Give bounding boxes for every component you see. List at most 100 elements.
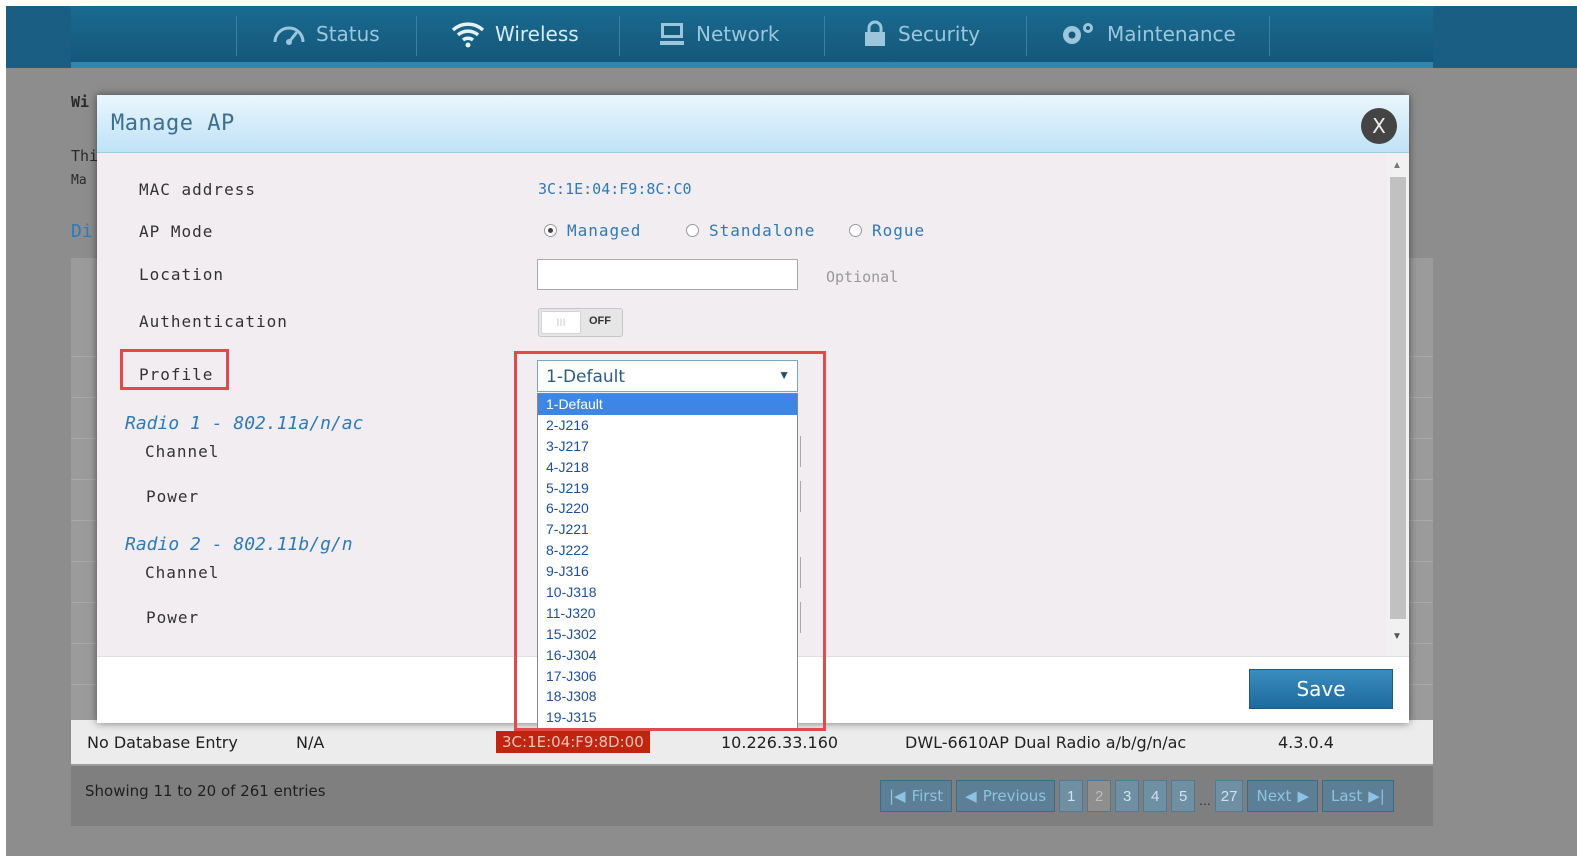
first-page-button[interactable]: |◀ First xyxy=(880,780,953,812)
toggle-state-label: OFF xyxy=(589,315,611,327)
last-page-button[interactable]: Last ▶| xyxy=(1321,780,1394,812)
scroll-down-arrow-icon[interactable]: ▼ xyxy=(1392,631,1402,642)
last-page-icon: ▶| xyxy=(1368,787,1385,805)
header-band-right xyxy=(1433,6,1577,68)
modal-title: Manage AP xyxy=(111,111,235,136)
radio1-channel-label: Channel xyxy=(145,442,220,461)
location-label: Location xyxy=(139,265,225,284)
nav-separator xyxy=(416,16,417,56)
pagination-ellipsis: ... xyxy=(1199,792,1211,808)
ap-mode-managed-radio[interactable]: Managed xyxy=(544,221,641,240)
nav-item-network[interactable]: Network xyxy=(658,6,780,62)
nav-separator xyxy=(619,16,620,56)
nav-label-network: Network xyxy=(696,22,780,46)
nav-separator xyxy=(824,16,825,56)
next-icon: ▶ xyxy=(1297,787,1309,805)
last-page-label: Last xyxy=(1330,787,1363,805)
lock-icon xyxy=(865,20,885,46)
top-navigation: Status Wireless Network Security Mainten… xyxy=(71,6,1433,68)
cell-ip: 10.226.33.160 xyxy=(721,732,839,752)
page-5-button[interactable]: 5 xyxy=(1171,780,1196,812)
nav-label-wireless: Wireless xyxy=(495,22,579,46)
page-text-fragment: Ma xyxy=(71,173,87,188)
nav-label-maintenance: Maintenance xyxy=(1107,22,1236,46)
profile-option[interactable]: 11-J320 xyxy=(538,603,797,624)
profile-option[interactable]: 17-J306 xyxy=(538,666,797,687)
mac-address-label: MAC address xyxy=(139,180,256,199)
radio2-title: Radio 2 - 802.11b/g/n xyxy=(125,534,353,555)
save-button[interactable]: Save xyxy=(1249,669,1393,709)
profile-option[interactable]: 19-J315 xyxy=(538,707,797,728)
radio2-channel-label: Channel xyxy=(145,563,220,582)
profile-label: Profile xyxy=(139,365,214,384)
cell-version: 4.3.0.4 xyxy=(1278,732,1334,752)
profile-option[interactable]: 4-J218 xyxy=(538,457,797,478)
ap-mode-standalone-radio[interactable]: Standalone xyxy=(686,221,815,240)
profile-option[interactable]: 2-J216 xyxy=(538,415,797,436)
page-3-button[interactable]: 3 xyxy=(1115,780,1140,812)
radio1-power-label: Power xyxy=(146,487,200,506)
radio2-power-label: Power xyxy=(146,608,200,627)
page-4-button[interactable]: 4 xyxy=(1143,780,1168,812)
profile-option[interactable]: 9-J316 xyxy=(538,561,797,582)
modal-scrollbar[interactable]: ▲ ▼ xyxy=(1387,153,1409,656)
radio1-title: Radio 1 - 802.11a/n/ac xyxy=(125,413,364,434)
profile-option[interactable]: 7-J221 xyxy=(538,519,797,540)
profile-option[interactable]: 3-J217 xyxy=(538,436,797,457)
profile-option[interactable]: 5-J219 xyxy=(538,478,797,499)
ap-mode-option-label: Managed xyxy=(567,221,642,240)
profile-option[interactable]: 10-J318 xyxy=(538,582,797,603)
close-button[interactable]: X xyxy=(1361,108,1397,144)
dropdown-arrow-icon: ▼ xyxy=(778,368,790,382)
wifi-icon xyxy=(451,22,485,48)
profile-select[interactable]: 1-Default ▼ xyxy=(537,360,798,392)
ap-mode-label: AP Mode xyxy=(139,222,214,241)
nav-label-security: Security xyxy=(898,22,981,46)
next-page-button[interactable]: Next ▶ xyxy=(1247,780,1318,812)
cell-name: No Database Entry xyxy=(87,732,238,752)
cell-na: N/A xyxy=(296,732,325,752)
page-heading-fragment: Wi xyxy=(71,93,90,111)
monitor-icon xyxy=(660,23,684,45)
location-input[interactable] xyxy=(537,259,798,290)
radio-checked-icon xyxy=(544,224,557,237)
nav-item-maintenance[interactable]: Maintenance xyxy=(1059,6,1236,62)
authentication-toggle[interactable]: III OFF xyxy=(538,308,623,337)
page-27-button[interactable]: 27 xyxy=(1214,780,1244,812)
nav-item-wireless[interactable]: Wireless xyxy=(451,6,579,62)
profile-selected-value: 1-Default xyxy=(546,367,626,387)
showing-entries-text: Showing 11 to 20 of 261 entries xyxy=(85,782,326,800)
ap-mode-rogue-radio[interactable]: Rogue xyxy=(849,221,925,240)
cell-mac-highlighted: 3C:1E:04:F9:8D:00 xyxy=(496,731,650,753)
first-page-label: First xyxy=(911,787,944,805)
first-page-icon: |◀ xyxy=(889,787,906,805)
ap-mode-option-label: Rogue xyxy=(872,221,926,240)
profile-option[interactable]: 16-J304 xyxy=(538,645,797,666)
mac-address-value: 3C:1E:04:F9:8C:C0 xyxy=(538,180,692,198)
previous-page-button[interactable]: ◀ Previous xyxy=(956,780,1056,812)
pagination: |◀ First ◀ Previous 1 2 3 4 5 ... 27 Next ▶… xyxy=(880,780,1394,812)
page-2-button[interactable]: 2 xyxy=(1087,780,1112,812)
profile-option[interactable]: 6-J220 xyxy=(538,498,797,519)
nav-separator xyxy=(1026,16,1027,56)
profile-option[interactable]: 18-J308 xyxy=(538,686,797,707)
gauge-icon xyxy=(273,26,305,45)
gears-icon xyxy=(1063,23,1093,44)
scroll-thumb[interactable] xyxy=(1390,177,1406,619)
cell-model: DWL-6610AP Dual Radio a/b/g/n/ac xyxy=(905,732,1187,752)
radio-unchecked-icon xyxy=(849,224,862,237)
header-band-left xyxy=(6,6,71,68)
nav-label-status: Status xyxy=(316,22,380,46)
section-heading-fragment: Di xyxy=(71,221,93,242)
ap-mode-option-label: Standalone xyxy=(709,221,816,240)
scroll-up-arrow-icon[interactable]: ▲ xyxy=(1392,160,1402,171)
authentication-label: Authentication xyxy=(139,312,288,331)
toggle-knob: III xyxy=(541,311,581,334)
profile-option[interactable]: 8-J222 xyxy=(538,540,797,561)
nav-separator xyxy=(236,16,237,56)
profile-option[interactable]: 15-J302 xyxy=(538,624,797,645)
page-1-button[interactable]: 1 xyxy=(1059,780,1084,812)
nav-item-security[interactable]: Security xyxy=(862,6,980,62)
nav-item-status[interactable]: Status xyxy=(272,6,380,62)
profile-option[interactable]: 1-Default xyxy=(538,394,797,415)
